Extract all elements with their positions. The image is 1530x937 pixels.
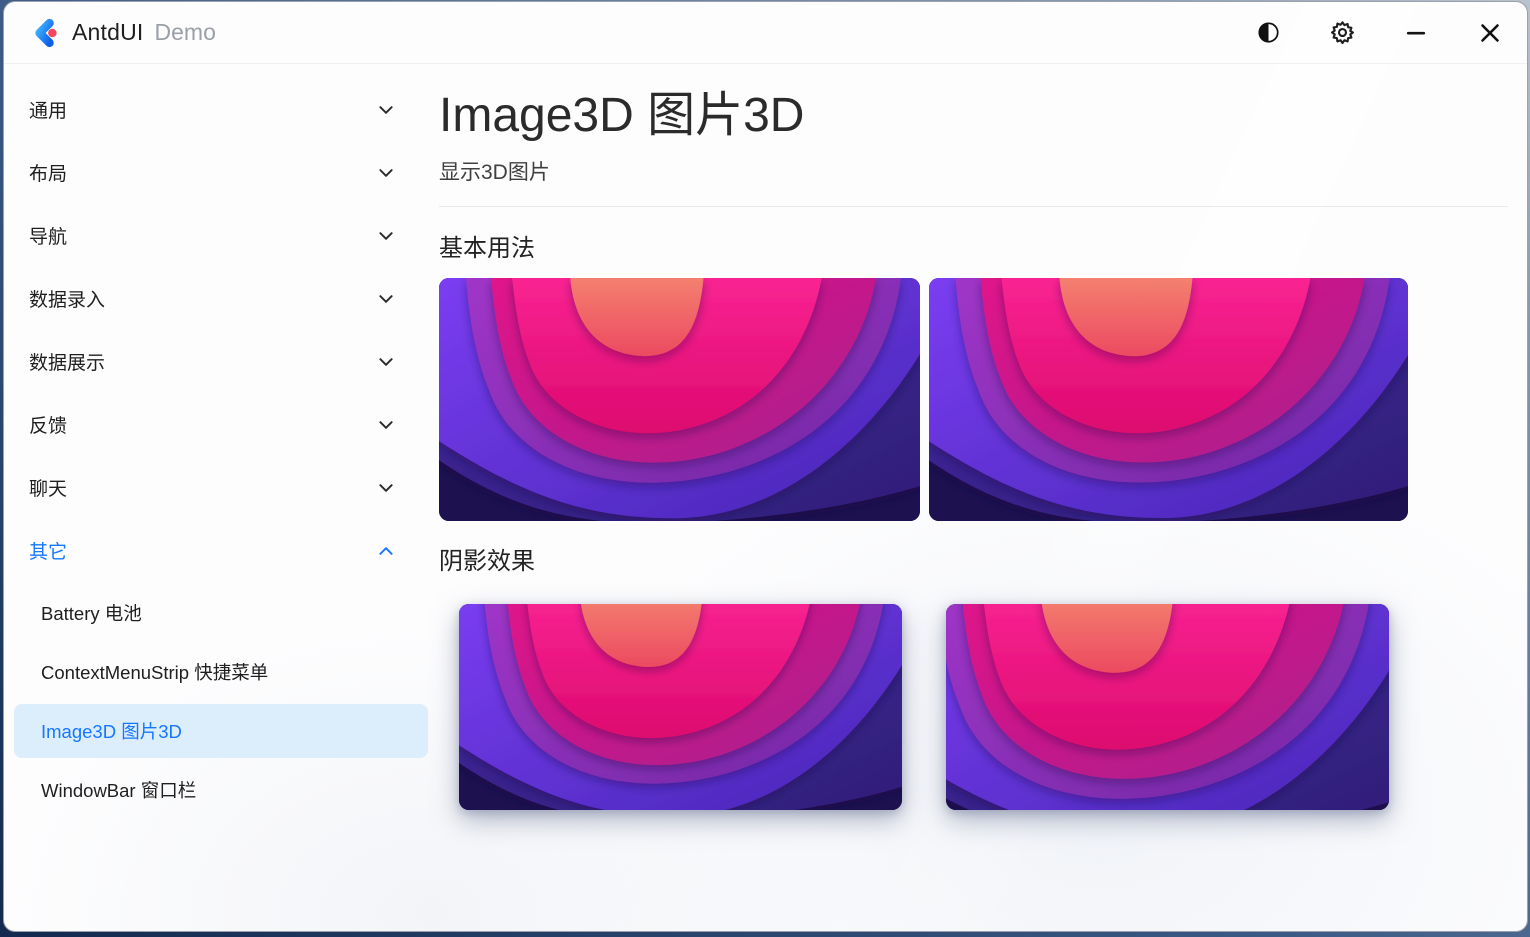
image3d-shadow-demo-2[interactable] <box>946 604 1389 810</box>
image3d-shadow-demo-1[interactable] <box>459 604 902 810</box>
title-bar[interactable]: AntdUI Demo <box>4 2 1527 64</box>
window-controls <box>1231 2 1527 63</box>
theme-toggle-button[interactable] <box>1231 2 1305 63</box>
sidebar-group-label: 数据录入 <box>29 285 105 312</box>
sidebar-group-feedback[interactable]: 反馈 <box>4 393 436 456</box>
image3d-demo-2[interactable] <box>929 278 1408 521</box>
section-title-basic-usage: 基本用法 <box>439 228 1502 263</box>
sidebar-group-general[interactable]: 通用 <box>4 78 436 141</box>
sidebar-group-layout[interactable]: 布局 <box>4 141 436 204</box>
sidebar-item-battery[interactable]: Battery 电池 <box>14 586 428 640</box>
sidebar-item-image3d[interactable]: Image3D 图片3D <box>14 704 428 758</box>
minimize-button[interactable] <box>1379 2 1453 63</box>
sidebar-group-label: 通用 <box>29 96 67 123</box>
sidebar-item-label: Battery 电池 <box>41 600 142 626</box>
chevron-down-icon <box>377 101 395 119</box>
chevron-down-icon <box>377 290 395 308</box>
sidebar-group-label: 布局 <box>29 159 67 186</box>
sidebar-item-label: WindowBar 窗口栏 <box>41 777 196 803</box>
sidebar-nav: 通用 布局 导航 数据录入 数据展示 反馈 聊天 其它 <box>4 65 436 931</box>
theme-contrast-icon <box>1257 21 1280 44</box>
sidebar-group-chat[interactable]: 聊天 <box>4 456 436 519</box>
page-title: Image3D 图片3D <box>439 89 1502 143</box>
app-window: AntdUI Demo <box>3 1 1528 932</box>
close-button[interactable] <box>1453 2 1527 63</box>
image3d-demo-1[interactable] <box>439 278 920 521</box>
sidebar-group-label: 其它 <box>29 537 67 564</box>
basic-usage-image-row <box>439 278 1502 521</box>
sidebar-item-window-bar[interactable]: WindowBar 窗口栏 <box>14 763 428 817</box>
settings-button[interactable] <box>1305 2 1379 63</box>
sidebar-group-label: 反馈 <box>29 411 67 438</box>
sidebar-group-data-display[interactable]: 数据展示 <box>4 330 436 393</box>
chevron-up-icon <box>377 542 395 560</box>
sidebar-group-label: 聊天 <box>29 474 67 501</box>
sidebar-group-data-entry[interactable]: 数据录入 <box>4 267 436 330</box>
page-subtitle: 显示3D图片 <box>439 156 1502 186</box>
sidebar-item-label: ContextMenuStrip 快捷菜单 <box>41 659 268 685</box>
chevron-down-icon <box>377 353 395 371</box>
minimize-icon <box>1405 22 1427 44</box>
settings-gear-icon <box>1329 19 1356 46</box>
chevron-down-icon <box>377 227 395 245</box>
sidebar-group-navigation[interactable]: 导航 <box>4 204 436 267</box>
chevron-down-icon <box>377 164 395 182</box>
chevron-down-icon <box>377 416 395 434</box>
app-title: AntdUI <box>72 19 144 46</box>
close-icon <box>1478 21 1502 45</box>
chevron-down-icon <box>377 479 395 497</box>
sidebar-item-label: Image3D 图片3D <box>41 718 182 744</box>
antdui-logo-icon <box>26 16 60 50</box>
sidebar-group-label: 数据展示 <box>29 348 105 375</box>
main-content: Image3D 图片3D 显示3D图片 基本用法 阴影效果 <box>436 64 1527 931</box>
shadow-effect-image-row <box>439 604 1502 810</box>
sidebar-group-other[interactable]: 其它 <box>4 519 436 582</box>
sidebar-group-label: 导航 <box>29 222 67 249</box>
section-title-shadow-effect: 阴影效果 <box>439 541 1502 576</box>
sidebar-item-context-menu-strip[interactable]: ContextMenuStrip 快捷菜单 <box>14 645 428 699</box>
header-divider <box>439 206 1508 207</box>
app-title-suffix: Demo <box>155 19 216 46</box>
